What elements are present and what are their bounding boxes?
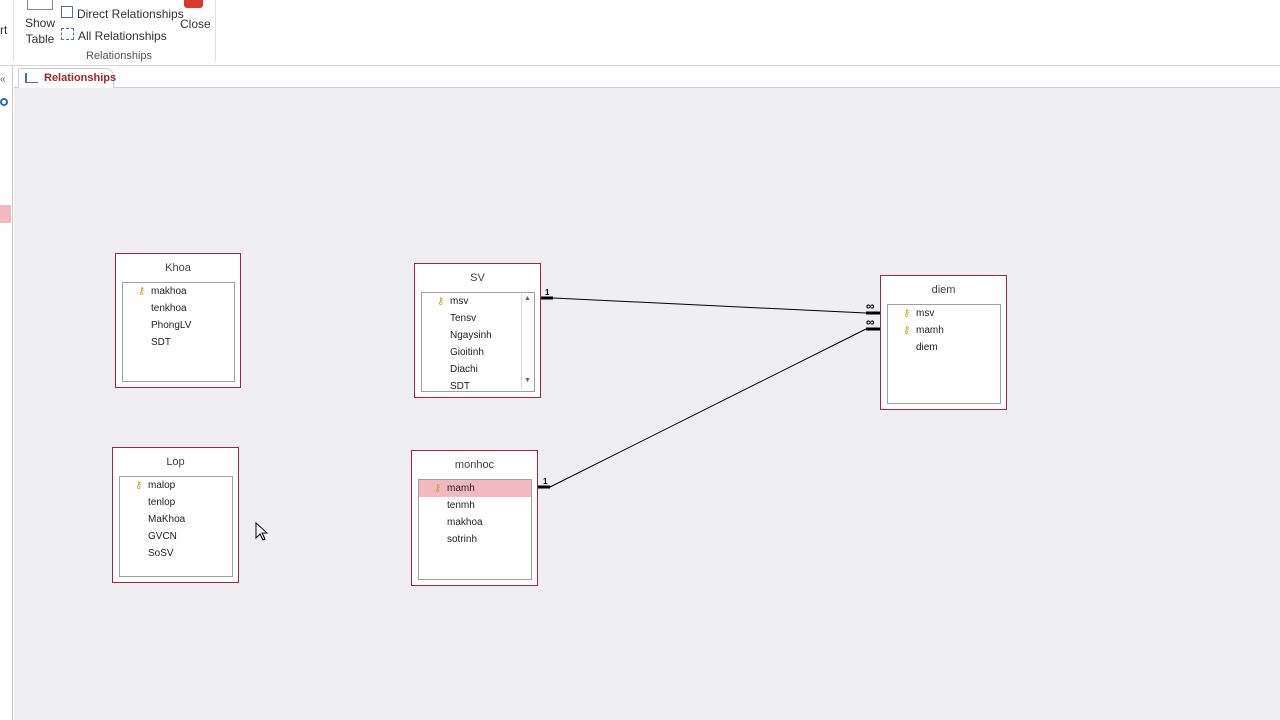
table-khoa[interactable]: Khoa ⚷ makhoa tenkhoa PhongLV SDT [115, 253, 241, 388]
field-name: GVCN [148, 531, 177, 542]
one-label: 1 [543, 477, 548, 486]
many-label: ∞ [866, 299, 875, 313]
field-name: tenmh [447, 500, 475, 511]
primary-key-icon: ⚷ [903, 325, 911, 336]
field-row[interactable]: PhongLV [123, 317, 234, 334]
field-name: tenlop [148, 497, 176, 508]
field-name: diem [916, 342, 938, 353]
field-row[interactable]: SDT [123, 334, 234, 351]
primary-key-icon: ⚷ [434, 483, 442, 494]
field-name: tenkhoa [151, 303, 187, 314]
field-row[interactable]: sotrinh [419, 531, 531, 548]
field-name: mamh [447, 483, 475, 494]
field-list: ⚷ makhoa tenkhoa PhongLV SDT [122, 282, 235, 382]
vertical-scrollbar[interactable]: ▲ ▼ [521, 294, 533, 390]
relationship-monhoc-diem[interactable]: 1 ∞ [537, 315, 880, 489]
field-name: mamh [916, 325, 944, 336]
field-row[interactable]: Gioitinh [422, 344, 520, 361]
field-row[interactable]: ⚷ msv [888, 305, 1000, 322]
table-monhoc[interactable]: monhoc ⚷ mamh tenmh makhoa sotrinh [411, 450, 538, 586]
scroll-up-icon[interactable]: ▲ [522, 295, 533, 307]
field-row[interactable]: MaKhoa [120, 511, 232, 528]
field-name: Gioitinh [450, 347, 484, 358]
field-name: Tensv [450, 313, 477, 324]
table-title: diem [931, 284, 956, 296]
field-row[interactable]: Ngaysinh [422, 327, 520, 344]
field-row[interactable]: tenmh [419, 497, 531, 514]
many-label: ∞ [866, 315, 875, 329]
field-name: SoSV [148, 548, 174, 559]
table-diem[interactable]: diem ⚷ msv ⚷ mamh diem [880, 275, 1007, 410]
field-name: makhoa [447, 517, 483, 528]
field-name: MaKhoa [148, 514, 186, 525]
primary-key-icon: ⚷ [138, 286, 146, 297]
field-row-selected[interactable]: ⚷ mamh [419, 480, 531, 497]
field-row[interactable]: Tensv [422, 310, 520, 327]
field-row[interactable]: SoSV [120, 545, 232, 562]
table-title: monhoc [454, 459, 495, 471]
field-row[interactable]: tenlop [120, 494, 232, 511]
field-name: Diachi [450, 364, 478, 375]
field-row[interactable]: ⚷ malop [120, 477, 232, 494]
scroll-down-icon[interactable]: ▼ [522, 377, 533, 389]
field-row[interactable]: makhoa [419, 514, 531, 531]
relationship-sv-diem[interactable]: 1 ∞ [540, 288, 880, 315]
mouse-cursor-icon [255, 522, 269, 541]
field-name: makhoa [151, 286, 187, 297]
table-title: SV [470, 272, 485, 284]
table-title: Lop [166, 456, 185, 468]
field-list: ⚷ msv ⚷ mamh diem [887, 304, 1001, 404]
field-name: malop [148, 480, 176, 491]
one-label: 1 [545, 288, 550, 297]
field-row[interactable]: GVCN [120, 528, 232, 545]
field-list: ⚷ mamh tenmh makhoa sotrinh [418, 479, 532, 580]
field-list: ⚷ msv Tensv Ngaysinh Gioitinh Diachi SDT … [421, 292, 535, 392]
field-name: Ngaysinh [450, 330, 492, 341]
field-row[interactable]: SDT [422, 378, 520, 392]
field-row[interactable]: diem [888, 339, 1000, 356]
field-name: SDT [151, 337, 171, 348]
primary-key-icon: ⚷ [437, 296, 445, 307]
primary-key-icon: ⚷ [135, 480, 143, 491]
field-name: sotrinh [447, 534, 478, 545]
primary-key-icon: ⚷ [903, 308, 911, 319]
field-row[interactable]: ⚷ mamh [888, 322, 1000, 339]
field-name: SDT [450, 381, 470, 392]
field-row[interactable]: ⚷ makhoa [123, 283, 234, 300]
field-row[interactable]: Diachi [422, 361, 520, 378]
field-row[interactable]: ⚷ msv [422, 293, 520, 310]
field-name: PhongLV [151, 320, 192, 331]
field-name: msv [450, 296, 469, 307]
table-title: Khoa [165, 262, 191, 274]
table-lop[interactable]: Lop ⚷ malop tenlop MaKhoa GVCN SoSV [112, 447, 239, 583]
field-list: ⚷ malop tenlop MaKhoa GVCN SoSV [119, 476, 233, 577]
field-name: msv [916, 308, 935, 319]
table-sv[interactable]: SV ⚷ msv Tensv Ngaysinh Gioitinh Diachi S… [414, 263, 541, 398]
field-row[interactable]: tenkhoa [123, 300, 234, 317]
